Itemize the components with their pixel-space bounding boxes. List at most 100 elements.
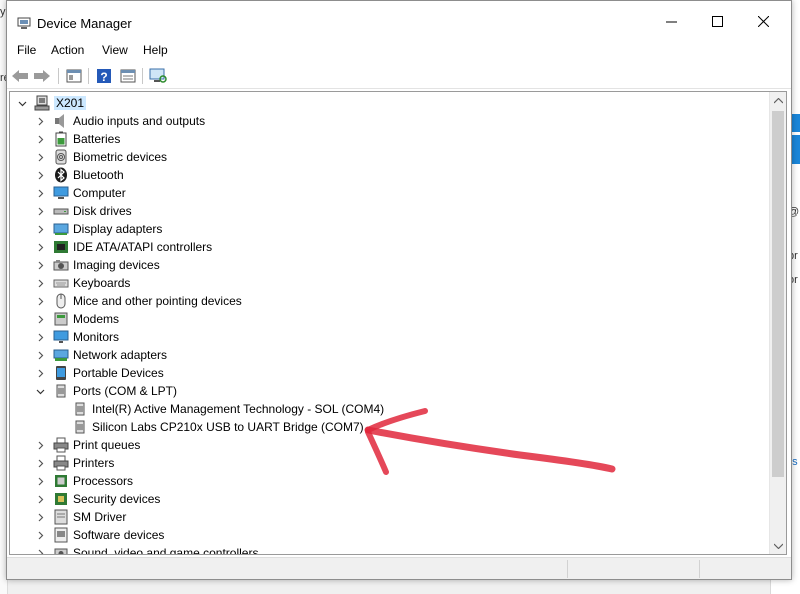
- tree-category-item[interactable]: Software devices: [10, 526, 768, 544]
- tree-category-item[interactable]: Ports (COM & LPT): [10, 382, 768, 400]
- expand-toggle[interactable]: [35, 166, 45, 184]
- tree-category-label: Network adapters: [73, 348, 168, 362]
- tree-category-item[interactable]: Network adapters: [10, 346, 768, 364]
- expand-toggle[interactable]: [35, 220, 45, 238]
- expand-toggle[interactable]: [35, 454, 45, 472]
- expand-toggle[interactable]: [35, 436, 45, 454]
- tree-device-item[interactable]: Silicon Labs CP210x USB to UART Bridge (…: [10, 418, 768, 436]
- tree-category-item[interactable]: Modems: [10, 310, 768, 328]
- modem-icon: [53, 311, 69, 327]
- printer-icon: [53, 455, 69, 471]
- menu-file[interactable]: File: [17, 43, 36, 57]
- tree-category-item[interactable]: Mice and other pointing devices: [10, 292, 768, 310]
- tree-device-label: Intel(R) Active Management Technology - …: [92, 402, 385, 416]
- tree-category-item[interactable]: Batteries: [10, 130, 768, 148]
- forward-button[interactable]: [32, 66, 52, 86]
- expand-toggle[interactable]: [35, 202, 45, 220]
- tree-category-item[interactable]: Processors: [10, 472, 768, 490]
- expand-toggle[interactable]: [35, 310, 45, 328]
- expand-toggle[interactable]: [35, 256, 45, 274]
- scan-hardware-icon: [149, 68, 167, 83]
- status-bar-divider: [567, 560, 568, 578]
- chevron-right-icon: [38, 153, 43, 161]
- chevron-right-icon: [38, 225, 43, 233]
- tree-device-label: Silicon Labs CP210x USB to UART Bridge (…: [92, 420, 364, 434]
- scroll-up-arrow[interactable]: [770, 92, 786, 109]
- help-button[interactable]: ?: [94, 66, 114, 86]
- chevron-right-icon: [38, 351, 43, 359]
- details-pane-button[interactable]: [118, 66, 138, 86]
- collapse-toggle[interactable]: [17, 94, 27, 112]
- expand-toggle[interactable]: [35, 328, 45, 346]
- maximize-button[interactable]: [694, 1, 740, 41]
- expand-toggle[interactable]: [35, 544, 45, 554]
- scroll-down-arrow[interactable]: [770, 537, 786, 554]
- chevron-up-icon: [774, 97, 783, 103]
- expand-toggle[interactable]: [35, 292, 45, 310]
- tree-category-item[interactable]: Bluetooth: [10, 166, 768, 184]
- expand-toggle[interactable]: [35, 274, 45, 292]
- port-icon: [72, 419, 88, 435]
- mouse-icon: [53, 293, 69, 309]
- menu-view[interactable]: View: [102, 43, 128, 57]
- tree-category-item[interactable]: Keyboards: [10, 274, 768, 292]
- scan-hardware-button[interactable]: [148, 66, 168, 86]
- ide-controller-icon: [53, 239, 69, 255]
- tree-category-item[interactable]: Imaging devices: [10, 256, 768, 274]
- expand-toggle[interactable]: [35, 184, 45, 202]
- status-bar-divider: [699, 560, 700, 578]
- chevron-right-icon: [38, 549, 43, 554]
- chevron-right-icon: [38, 117, 43, 125]
- tree-root-item[interactable]: X201: [10, 94, 768, 112]
- expand-toggle[interactable]: [35, 526, 45, 544]
- tree-category-item[interactable]: Audio inputs and outputs: [10, 112, 768, 130]
- tree-category-item[interactable]: Computer: [10, 184, 768, 202]
- chevron-right-icon: [38, 261, 43, 269]
- tree-category-item[interactable]: Sound, video and game controllers: [10, 544, 768, 555]
- tree-category-label: Sound, video and game controllers: [73, 546, 259, 555]
- menu-help[interactable]: Help: [143, 43, 168, 57]
- minimize-button[interactable]: [648, 1, 694, 41]
- scrollbar-thumb[interactable]: [772, 111, 784, 477]
- collapse-toggle[interactable]: [35, 382, 45, 400]
- back-button[interactable]: [10, 66, 30, 86]
- tree-category-label: Software devices: [73, 528, 165, 542]
- properties-pane-button[interactable]: [64, 66, 84, 86]
- close-button[interactable]: [740, 1, 786, 41]
- tree-category-item[interactable]: Monitors: [10, 328, 768, 346]
- tree-category-item[interactable]: Disk drives: [10, 202, 768, 220]
- tree-device-item[interactable]: Intel(R) Active Management Technology - …: [10, 400, 768, 418]
- tree-category-item[interactable]: Portable Devices: [10, 364, 768, 382]
- chevron-right-icon: [38, 369, 43, 377]
- tree-category-item[interactable]: Display adapters: [10, 220, 768, 238]
- expand-toggle[interactable]: [35, 364, 45, 382]
- tree-category-item[interactable]: SM Driver: [10, 508, 768, 526]
- tree-category-item[interactable]: IDE ATA/ATAPI controllers: [10, 238, 768, 256]
- chevron-right-icon: [38, 441, 43, 449]
- close-icon: [757, 15, 769, 27]
- tree-category-label: SM Driver: [73, 510, 127, 524]
- tree-category-item[interactable]: Security devices: [10, 490, 768, 508]
- menu-action[interactable]: Action: [51, 43, 84, 57]
- tree-category-item[interactable]: Biometric devices: [10, 148, 768, 166]
- expand-toggle[interactable]: [35, 472, 45, 490]
- tree-category-label: Imaging devices: [73, 258, 160, 272]
- expand-toggle[interactable]: [35, 490, 45, 508]
- tree-category-label: Computer: [73, 186, 126, 200]
- vertical-scrollbar[interactable]: [769, 92, 786, 554]
- port-icon: [72, 401, 88, 417]
- expand-toggle[interactable]: [35, 238, 45, 256]
- tree-category-label: Modems: [73, 312, 120, 326]
- expand-toggle[interactable]: [35, 148, 45, 166]
- speaker-icon: [53, 113, 69, 129]
- expand-toggle[interactable]: [35, 130, 45, 148]
- expand-toggle[interactable]: [35, 508, 45, 526]
- expand-toggle[interactable]: [35, 112, 45, 130]
- tree-category-item[interactable]: Printers: [10, 454, 768, 472]
- tree-category-item[interactable]: Print queues: [10, 436, 768, 454]
- expand-toggle[interactable]: [35, 346, 45, 364]
- status-bar: [7, 557, 791, 579]
- device-manager-window: Device Manager File Action View Help ? X…: [6, 0, 792, 580]
- title-bar[interactable]: Device Manager: [7, 1, 791, 41]
- details-pane-icon: [120, 69, 136, 83]
